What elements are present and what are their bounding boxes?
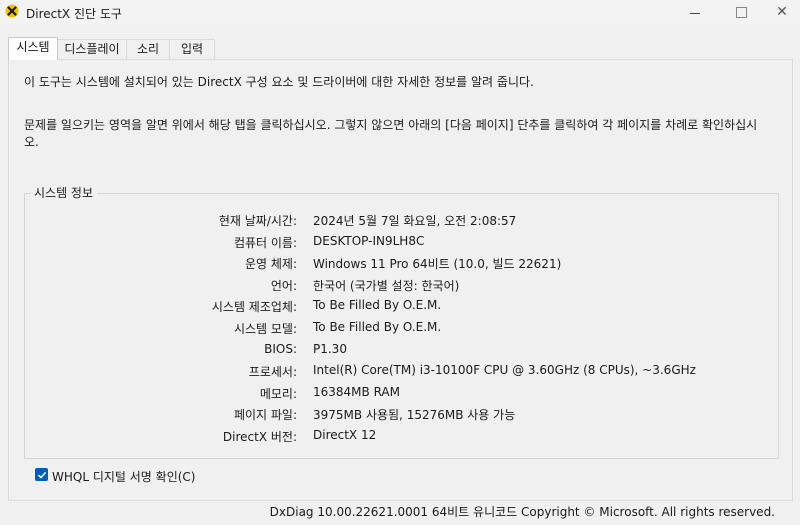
minimize-button[interactable] [672,0,718,24]
info-value: To Be Filled By O.E.M. [313,320,442,334]
info-row: 메모리: 16384MB RAM [0,385,790,403]
info-label: 시스템 제조업체: [211,300,297,315]
info-label: 컴퓨터 이름: [233,235,297,250]
minimize-icon [690,12,700,14]
system-info-title: 시스템 정보 [30,184,98,201]
close-button[interactable]: ✕ [764,0,800,24]
checkmark-icon [37,471,46,479]
info-label: 운영 체제: [244,257,297,272]
info-label: 언어: [270,278,297,293]
tab-sound[interactable]: 소리 [126,39,170,60]
maximize-icon [735,6,747,18]
info-value: Windows 11 Pro 64비트 (10.0, 빌드 22621) [313,257,562,272]
info-label: 시스템 모델: [233,322,297,336]
whql-label[interactable]: WHQL 디지털 서명 확인(C) [52,468,196,485]
info-label: 현재 날짜/시간: [218,214,297,228]
info-row: 시스템 모델: To Be Filled By O.E.M. [0,320,790,338]
info-value: P1.30 [313,341,347,356]
info-value: 3975MB 사용됨, 15276MB 사용 가능 [313,408,516,423]
tab-input[interactable]: 입력 [169,39,215,60]
tab-display[interactable]: 디스플레이 [57,39,127,60]
info-row: 컴퓨터 이름: DESKTOP-IN9LH8C [0,234,790,252]
info-row: 현재 날짜/시간: 2024년 5월 7일 화요일, 오전 2:08:57 [0,212,790,230]
info-value: DirectX 12 [313,428,377,442]
title-bar: DirectX 진단 도구 ✕ [0,0,800,24]
info-value: DESKTOP-IN9LH8C [313,233,425,248]
info-label: DirectX 버전: [222,430,297,444]
info-row: 프로세서: Intel(R) Core(TM) i3-10100F CPU @ 3… [0,363,790,381]
info-row: 운영 체제: Windows 11 Pro 64비트 (10.0, 빌드 2262… [0,255,790,273]
whql-checkbox[interactable] [35,468,48,481]
footer-copyright: DxDiag 10.00.22621.0001 64비트 유니코드 Copyri… [269,505,775,519]
info-row: 시스템 제조업체: To Be Filled By O.E.M. [0,298,790,316]
tab-system[interactable]: 시스템 [8,37,58,60]
info-row: 페이지 파일: 3975MB 사용됨, 15276MB 사용 가능 [0,406,790,424]
directx-app-icon [5,4,19,18]
info-label: BIOS: [264,341,297,356]
intro-text: 이 도구는 시스템에 설치되어 있는 DirectX 구성 요소 및 드라이버에… [24,75,534,89]
info-row: 언어: 한국어 (국가별 설정: 한국어) [0,277,790,295]
info-value: 2024년 5월 7일 화요일, 오전 2:08:57 [313,214,517,228]
info-label: 프로세서: [248,365,297,380]
info-value: Intel(R) Core(TM) i3-10100F CPU @ 3.60GH… [313,363,696,378]
window-title: DirectX 진단 도구 [26,7,122,21]
maximize-button[interactable] [718,0,764,24]
close-icon: ✕ [776,4,788,20]
info-label: 메모리: [259,386,297,401]
info-value: 16384MB RAM [313,384,400,399]
info-value: To Be Filled By O.E.M. [313,298,442,313]
info-row: BIOS: P1.30 [0,342,790,360]
info-value: 한국어 (국가별 설정: 한국어) [313,278,460,293]
info-row: DirectX 버전: DirectX 12 [0,428,790,446]
info-label: 페이지 파일: [233,408,297,423]
instruction-text: 문제를 일으키는 영역을 알면 위에서 해당 탭을 클릭하십시오. 그렇지 않으… [24,118,758,149]
